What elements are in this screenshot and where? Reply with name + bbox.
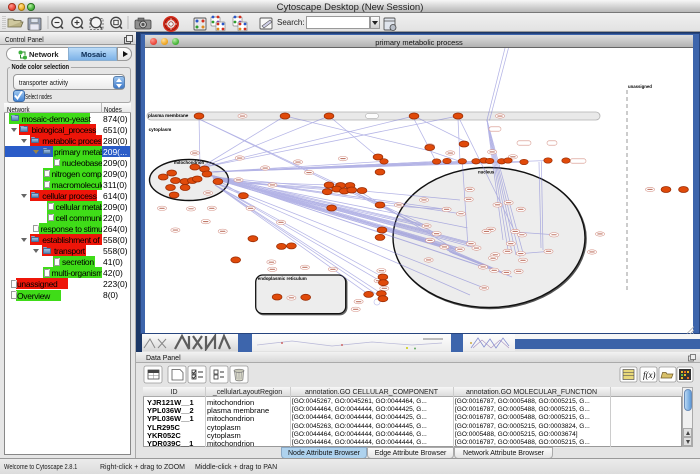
svg-text:endoplasmic reticulum: endoplasmic reticulum <box>258 276 307 281</box>
svg-text:unassigned: unassigned <box>628 84 652 89</box>
svg-text:f(x): f(x) <box>643 370 656 380</box>
svg-text:cytoplasm: cytoplasm <box>149 127 172 132</box>
svg-text:mitochondrion: mitochondrion <box>174 160 204 165</box>
svg-text:plasma membrane: plasma membrane <box>148 113 189 118</box>
svg-text:nucleus: nucleus <box>478 170 495 175</box>
